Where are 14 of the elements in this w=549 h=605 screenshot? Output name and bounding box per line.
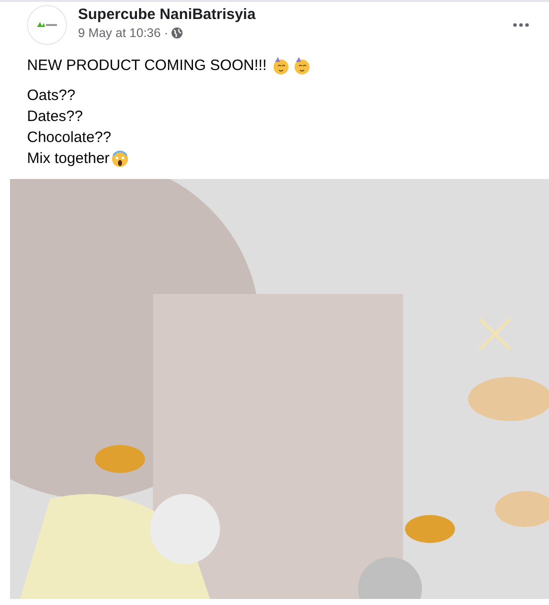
post-text-line: Oats?? — [27, 87, 76, 104]
leaf-logo-icon — [36, 21, 58, 29]
ellipsis-icon — [513, 23, 529, 27]
globe-icon — [171, 27, 184, 39]
post-headline: NEW PRODUCT COMING SOON!!! — [27, 57, 267, 74]
party-face-icon — [292, 56, 311, 74]
post-text-line: Dates?? — [27, 108, 83, 125]
post-text-line: Mix together — [27, 150, 110, 167]
page-avatar[interactable] — [27, 5, 67, 45]
party-face-icon — [272, 56, 290, 74]
post-timestamp[interactable]: 9 May at 10:36 · — [78, 26, 168, 40]
post-text-line: Chocolate?? — [27, 129, 112, 146]
screaming-face-icon — [110, 150, 129, 168]
author-name[interactable]: Supercube NaniBatrisyia — [78, 6, 498, 23]
